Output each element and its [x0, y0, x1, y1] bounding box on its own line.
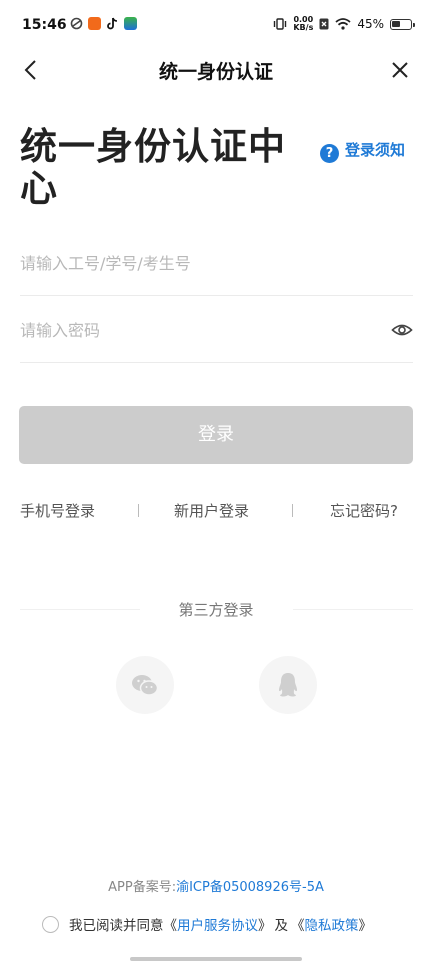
status-bar: 15:46 0.00 KB/s 45% — [0, 0, 432, 52]
agreement-checkbox[interactable] — [42, 915, 59, 933]
vibrate-icon — [274, 18, 287, 30]
sim-disabled-icon — [319, 18, 329, 30]
net-speed-unit: KB/s — [293, 23, 314, 32]
home-indicator[interactable] — [130, 957, 302, 961]
agreement-prefix: 我已阅读并同意 — [69, 918, 164, 934]
battery-icon — [390, 18, 415, 30]
eye-icon[interactable] — [391, 319, 413, 341]
divider — [292, 504, 293, 517]
status-right: 0.00 KB/s 45% — [273, 16, 415, 32]
status-app-icons — [70, 17, 137, 30]
privacy-policy-link[interactable]: 隐私政策 — [305, 914, 359, 934]
forgot-password-link[interactable]: 忘记密码? — [330, 500, 398, 521]
tiktok-icon — [107, 17, 118, 30]
service-agreement-link[interactable]: 用户服务协议 — [177, 914, 258, 934]
divider — [138, 504, 139, 517]
login-notice-link[interactable]: ? 登录须知 — [320, 140, 410, 163]
close-icon[interactable] — [388, 58, 412, 82]
open-quote: 《 — [291, 918, 305, 934]
login-options-row: 手机号登录 新用户登录 忘记密码? — [20, 500, 413, 522]
wechat-login-button[interactable] — [116, 656, 174, 714]
app-notification-icon — [124, 17, 137, 30]
question-icon: ? — [320, 144, 339, 163]
divider — [293, 609, 413, 610]
username-field — [20, 230, 413, 296]
icp-record: APP备案号:渝ICP备05008926号-5A — [0, 876, 432, 895]
status-time: 15:46 — [22, 17, 67, 33]
agreement-row: 我已阅读并同意 《 用户服务协议 》 及 《 隐私政策 》 — [42, 914, 372, 934]
close-quote: 》 — [358, 918, 373, 934]
qq-icon — [279, 673, 297, 697]
phone-login-link[interactable]: 手机号登录 — [20, 500, 95, 521]
password-field — [20, 297, 413, 363]
icp-number-link[interactable]: 渝ICP备05008926号-5A — [176, 880, 324, 895]
nav-bar: 统一身份认证 — [0, 52, 432, 88]
wifi-icon — [335, 18, 351, 30]
auth-center-heading: 统一身份认证中心 — [20, 125, 286, 210]
password-input[interactable] — [20, 315, 380, 345]
login-button[interactable]: 登录 — [19, 406, 413, 464]
app-notification-icon — [88, 17, 101, 30]
icp-label: APP备案号: — [108, 880, 177, 895]
close-quote: 》 — [258, 918, 272, 934]
battery-percent: 45% — [357, 17, 384, 31]
net-speed: 0.00 KB/s — [293, 16, 313, 32]
qq-login-button[interactable] — [259, 656, 317, 714]
wechat-icon — [132, 675, 159, 696]
login-notice-label: 登录须知 — [345, 141, 406, 159]
page-title: 统一身份认证 — [158, 61, 273, 83]
new-user-login-link[interactable]: 新用户登录 — [174, 500, 249, 521]
and-text: 及 — [274, 918, 289, 934]
open-quote: 《 — [163, 918, 178, 934]
app-notification-icon — [70, 17, 83, 30]
username-input[interactable] — [20, 248, 380, 278]
